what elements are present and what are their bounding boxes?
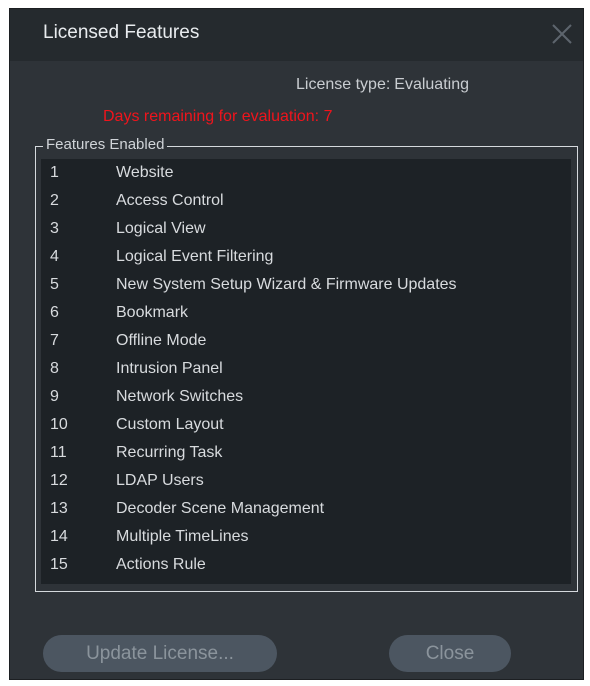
feature-row[interactable]: 6 Bookmark <box>41 299 571 327</box>
feature-name: Access Control <box>116 192 224 209</box>
licensed-features-dialog: Licensed Features License type: Evaluatin… <box>9 8 584 680</box>
feature-name: Multiple TimeLines <box>116 528 249 545</box>
feature-number: 11 <box>50 444 67 461</box>
feature-row[interactable]: 9 Network Switches <box>41 383 571 411</box>
feature-row[interactable]: 11 Recurring Task <box>41 439 571 467</box>
feature-name: Offline Mode <box>116 332 207 349</box>
update-license-button[interactable]: Update License... <box>43 635 277 672</box>
title-bar: Licensed Features <box>10 9 583 61</box>
feature-number: 10 <box>50 416 68 433</box>
feature-row[interactable]: 13 Decoder Scene Management <box>41 495 571 523</box>
feature-number: 5 <box>50 276 59 293</box>
feature-name: Recurring Task <box>116 444 223 461</box>
days-remaining-label: Days remaining for evaluation: <box>103 108 320 125</box>
feature-row[interactable]: 8 Intrusion Panel <box>41 355 571 383</box>
license-type-label: License type: <box>296 76 391 93</box>
feature-name: Actions Rule <box>116 556 206 573</box>
feature-number: 4 <box>50 248 59 265</box>
features-list[interactable]: 1 Website 2 Access Control 3 Logical Vie… <box>41 159 571 584</box>
license-type-value: Evaluating <box>394 76 469 93</box>
feature-row[interactable]: 12 LDAP Users <box>41 467 571 495</box>
feature-number: 12 <box>50 472 68 489</box>
feature-number: 3 <box>50 220 59 237</box>
feature-row[interactable]: 2 Access Control <box>41 187 571 215</box>
feature-number: 6 <box>50 304 59 321</box>
feature-name: New System Setup Wizard & Firmware Updat… <box>116 276 457 293</box>
feature-number: 15 <box>50 556 68 573</box>
feature-row[interactable]: 15 Actions Rule <box>41 551 571 579</box>
feature-name: Logical Event Filtering <box>116 248 274 265</box>
close-icon[interactable] <box>549 21 575 47</box>
feature-row[interactable]: 3 Logical View <box>41 215 571 243</box>
feature-row[interactable]: 10 Custom Layout <box>41 411 571 439</box>
feature-number: 8 <box>50 360 59 377</box>
feature-name: LDAP Users <box>116 472 204 489</box>
feature-name: Custom Layout <box>116 416 224 433</box>
feature-row[interactable]: 4 Logical Event Filtering <box>41 243 571 271</box>
feature-number: 7 <box>50 332 59 349</box>
features-legend: Features Enabled <box>43 136 168 153</box>
feature-name: Website <box>116 164 174 181</box>
feature-name: Decoder Scene Management <box>116 500 325 517</box>
feature-row[interactable]: 14 Multiple TimeLines <box>41 523 571 551</box>
feature-number: 1 <box>50 164 59 181</box>
license-type-line: License type: Evaluating <box>10 76 583 94</box>
feature-name: Network Switches <box>116 388 244 405</box>
feature-row[interactable]: 7 Offline Mode <box>41 327 571 355</box>
feature-name: Logical View <box>116 220 206 237</box>
feature-row[interactable]: 5 New System Setup Wizard & Firmware Upd… <box>41 271 571 299</box>
days-remaining-line: Days remaining for evaluation: 7 <box>103 108 332 126</box>
days-remaining-value: 7 <box>323 108 333 125</box>
feature-name: Intrusion Panel <box>116 360 223 377</box>
feature-number: 13 <box>50 500 68 517</box>
feature-row[interactable]: 1 Website <box>41 159 571 187</box>
feature-number: 2 <box>50 192 59 209</box>
dialog-title: Licensed Features <box>43 22 200 43</box>
feature-number: 14 <box>50 528 68 545</box>
feature-number: 9 <box>50 388 59 405</box>
feature-name: Bookmark <box>116 304 189 321</box>
close-button[interactable]: Close <box>389 635 511 672</box>
features-group: Features Enabled 1 Website 2 Access Cont… <box>35 136 578 592</box>
